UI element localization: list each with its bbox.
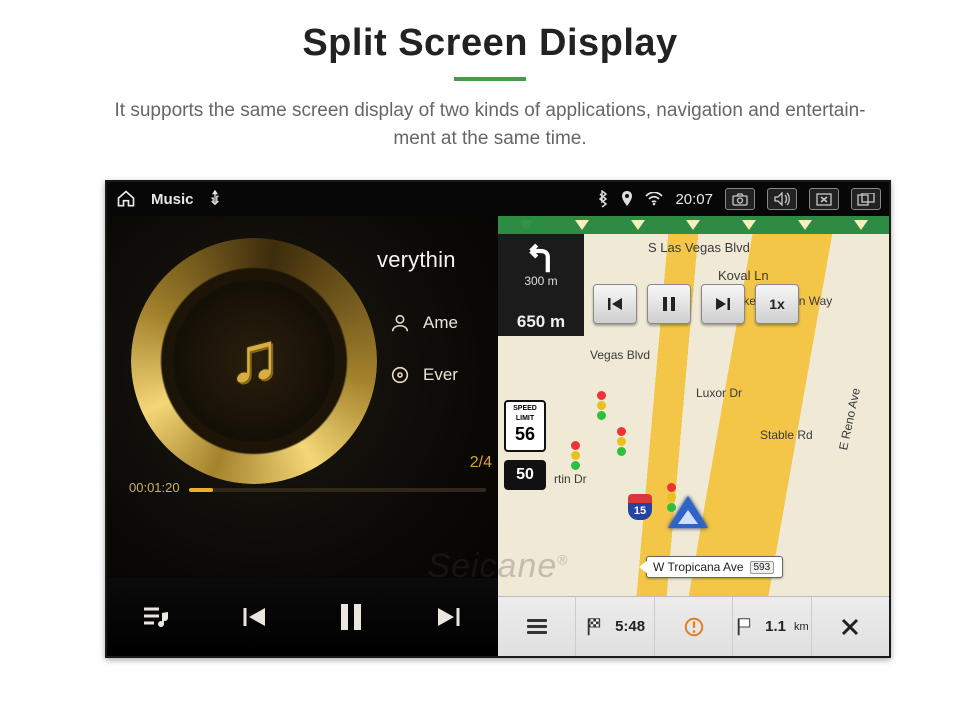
app-title: Music — [151, 191, 194, 208]
turn-distance-large: 650 m — [502, 312, 580, 332]
sim-pause-button[interactable] — [647, 284, 691, 324]
artist-row: Ame — [389, 312, 458, 334]
progress-fill — [189, 488, 213, 492]
street-label: rtin Dr — [554, 472, 587, 486]
song-title: verythin — [377, 247, 456, 273]
speed-limit-sign: SPEED LIMIT 56 — [504, 400, 546, 452]
sim-prev-button[interactable] — [593, 284, 637, 324]
location-icon — [621, 191, 633, 207]
street-label: Stable Rd — [760, 428, 813, 442]
destination-number: 593 — [750, 561, 775, 574]
lane-arrow-icon — [575, 220, 589, 230]
nav-menu-button[interactable] — [498, 597, 576, 656]
time-elapsed: 00:01:20 — [129, 480, 180, 495]
music-statusbar: Music — [107, 182, 498, 216]
usb-icon — [208, 190, 222, 208]
album-row: Ever — [389, 364, 458, 386]
progress-track[interactable] — [189, 488, 486, 492]
close-icon — [840, 617, 860, 637]
turn-distance-small: 300 m — [502, 274, 580, 288]
flag-icon — [585, 616, 607, 638]
title-underline — [454, 77, 526, 81]
eta-value: 5:48 — [615, 618, 645, 635]
lane-arrow-icon — [519, 220, 533, 230]
screenshot-button[interactable] — [725, 188, 755, 210]
music-pane: Music ♫ verythin Ame Ever 2/4 00:01:20 — [107, 182, 498, 656]
page-title: Split Screen Display — [0, 22, 980, 65]
alert-icon — [683, 616, 705, 638]
album-art: ♫ — [145, 252, 363, 470]
next-track-button[interactable] — [421, 589, 477, 645]
lane-arrow-icon — [686, 220, 700, 230]
prev-track-button[interactable] — [226, 589, 282, 645]
split-screen-button[interactable] — [851, 188, 881, 210]
navigation-pane: 20:07 S Las Vegas Blvd Koval Ln — [498, 182, 889, 656]
page-heading: Split Screen Display It supports the sam… — [0, 0, 980, 152]
destination-street: W Tropicana Ave — [653, 560, 744, 574]
lane-arrow-icon — [742, 220, 756, 230]
street-label: Luxor Dr — [696, 386, 742, 400]
home-icon[interactable] — [115, 189, 137, 209]
sim-speed-button[interactable]: 1x — [755, 284, 799, 324]
music-controls — [107, 578, 498, 656]
system-tray — [725, 188, 881, 210]
lane-guidance-bar — [498, 216, 889, 234]
traffic-light-icon — [570, 440, 580, 471]
disc-icon — [389, 364, 411, 386]
distance-value: 1.1 — [765, 618, 786, 635]
interstate-shield: 15 — [628, 494, 652, 520]
street-label: S Las Vegas Blvd — [648, 240, 750, 255]
nav-bottom-bar: 5:48 1.1 km — [498, 596, 889, 656]
split-container: Music ♫ verythin Ame Ever 2/4 00:01:20 — [107, 182, 889, 656]
flag-icon — [735, 616, 757, 638]
play-pause-button[interactable] — [323, 589, 379, 645]
nav-alert-button[interactable] — [655, 597, 733, 656]
track-index: 2/4 — [470, 454, 492, 472]
person-icon — [389, 312, 411, 334]
traffic-light-icon — [616, 426, 626, 457]
traffic-light-icon — [596, 390, 606, 421]
current-speed: 50 — [504, 460, 546, 490]
speed-limit-value: 56 — [506, 424, 544, 445]
artist-name: Ame — [423, 313, 458, 333]
playlist-button[interactable] — [128, 589, 184, 645]
menu-icon — [527, 616, 547, 637]
sim-next-button[interactable] — [701, 284, 745, 324]
nav-eta[interactable]: 5:48 — [576, 597, 654, 656]
street-label: Koval Ln — [718, 268, 769, 283]
wifi-icon — [645, 192, 663, 206]
simulation-controls: 1x — [593, 284, 799, 324]
lane-arrow-icon — [798, 220, 812, 230]
distance-unit: km — [794, 621, 809, 633]
album-name: Ever — [423, 365, 458, 385]
speed-limit-label: LIMIT — [506, 412, 544, 422]
street-label: Vegas Blvd — [590, 348, 650, 362]
volume-button[interactable] — [767, 188, 797, 210]
music-note-icon: ♫ — [228, 317, 281, 397]
device-frame: Music ♫ verythin Ame Ever 2/4 00:01:20 — [105, 180, 891, 658]
close-app-button[interactable] — [809, 188, 839, 210]
nav-close-button[interactable] — [812, 597, 889, 656]
vehicle-marker-icon — [668, 496, 708, 528]
bluetooth-icon — [597, 190, 609, 208]
nav-distance[interactable]: 1.1 km — [733, 597, 811, 656]
speed-limit-label: SPEED — [506, 402, 544, 412]
destination-sign: W Tropicana Ave 593 — [646, 556, 783, 578]
status-clock: 20:07 — [675, 191, 713, 208]
turn-instruction: 300 m 650 m — [498, 234, 584, 336]
nav-statusbar: 20:07 — [498, 182, 889, 216]
lane-arrow-icon — [631, 220, 645, 230]
page-subtitle: It supports the same screen display of t… — [0, 97, 980, 152]
lane-arrow-icon — [854, 220, 868, 230]
